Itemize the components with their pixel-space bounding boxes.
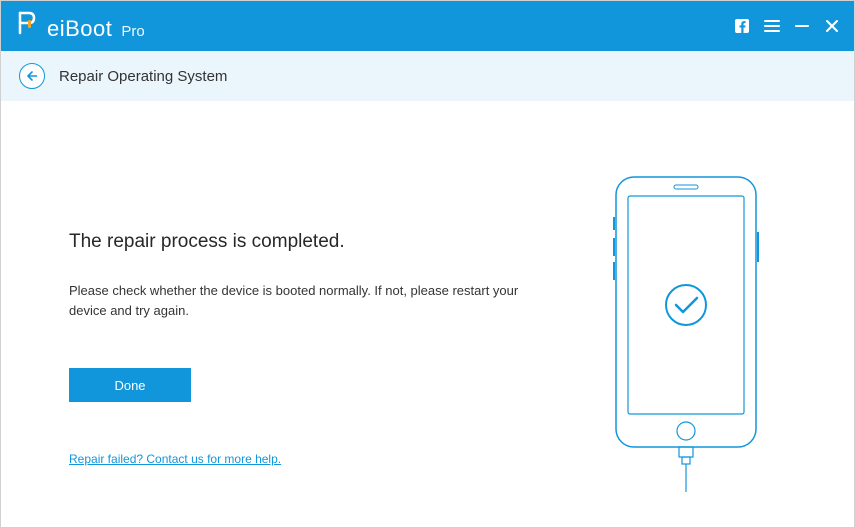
brand-logo [15,10,41,36]
page-title: Repair Operating System [59,68,227,85]
check-icon [676,298,697,312]
close-icon[interactable] [824,18,840,34]
minimize-icon[interactable] [794,18,810,34]
result-heading: The repair process is completed. [69,231,561,253]
back-arrow-icon [26,70,38,82]
brand-name: eiBoot [47,16,112,42]
phone-illustration [606,172,776,497]
titlebar: eiBoot Pro [1,1,854,51]
brand-suffix: Pro [121,23,144,40]
back-button[interactable] [19,63,45,89]
help-link[interactable]: Repair failed? Contact us for more help. [69,452,281,466]
content: The repair process is completed. Please … [1,101,854,527]
brand: eiBoot Pro [15,10,145,42]
subheader: Repair Operating System [1,51,854,101]
content-right [561,101,821,527]
result-description: Please check whether the device is boote… [69,281,519,320]
menu-icon[interactable] [764,18,780,34]
window-controls [734,18,840,34]
logo-icon [15,10,41,36]
content-left: The repair process is completed. Please … [1,101,561,527]
facebook-icon[interactable] [734,18,750,34]
done-button[interactable]: Done [69,368,191,402]
